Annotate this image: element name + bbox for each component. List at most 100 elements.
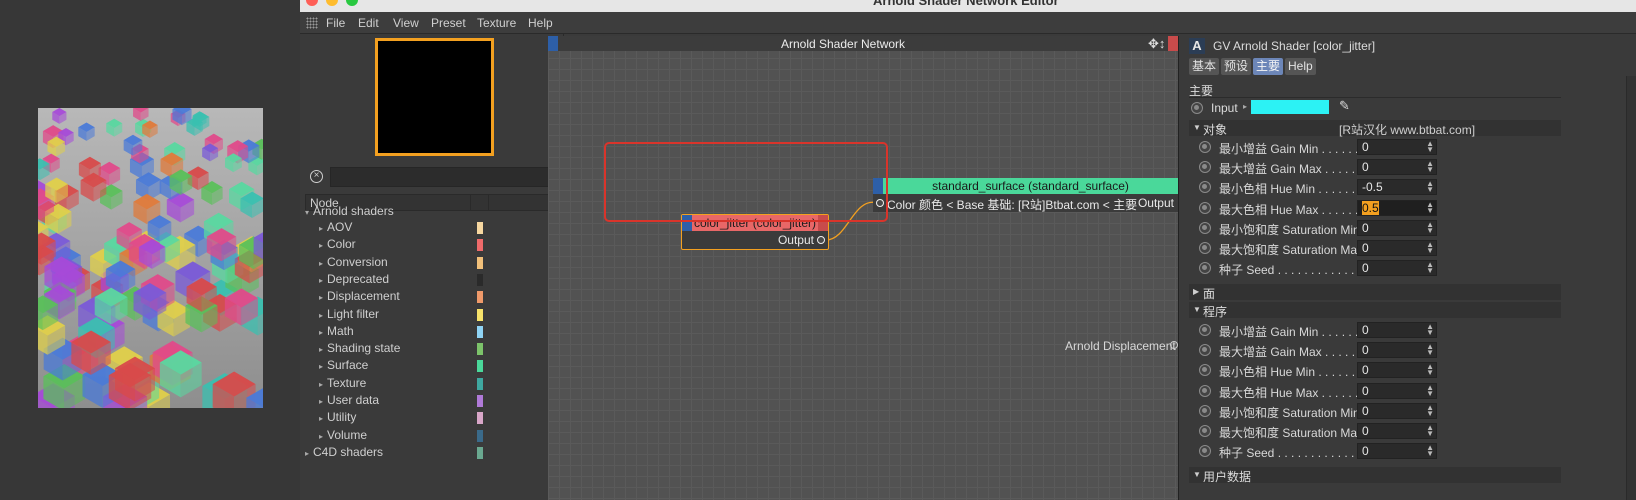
param-value-field[interactable]: 0 ▲ ▼ bbox=[1357, 423, 1437, 439]
arnold-displacement-port[interactable] bbox=[1170, 341, 1178, 349]
node-graph-canvas[interactable]: Arnold Shader Network ✥↕ color_jitter (c… bbox=[548, 36, 1178, 500]
tree-item-light-filter[interactable]: ▸ Light filter bbox=[319, 307, 483, 325]
spinner-arrows-icon[interactable]: ▲ ▼ bbox=[1426, 140, 1434, 154]
menu-help[interactable]: Help bbox=[528, 16, 553, 30]
expand-arrow-icon[interactable]: ▸ bbox=[319, 224, 327, 233]
param-animate-radio[interactable] bbox=[1199, 324, 1211, 336]
standard-surface-node[interactable]: standard_surface (standard_surface) Colo… bbox=[873, 178, 1178, 212]
menu-view[interactable]: View bbox=[393, 16, 419, 30]
tree-item-color[interactable]: ▸ Color bbox=[319, 237, 483, 255]
spinner-arrows-icon[interactable]: ▲ ▼ bbox=[1426, 241, 1434, 255]
spinner-arrows-icon[interactable]: ▲ ▼ bbox=[1426, 160, 1434, 174]
param-value-field[interactable]: -0.5 ▲ ▼ bbox=[1357, 179, 1437, 196]
tree-item-texture[interactable]: ▸ Texture bbox=[319, 376, 483, 394]
param-animate-radio[interactable] bbox=[1199, 262, 1211, 275]
expand-arrow-icon[interactable]: ▸ bbox=[319, 432, 327, 441]
param-value-field[interactable]: 0 ▲ ▼ bbox=[1357, 342, 1437, 359]
minimize-window-icon[interactable] bbox=[326, 0, 338, 6]
input-color-swatch[interactable] bbox=[1251, 100, 1329, 114]
spinner-arrows-icon[interactable]: ▲ ▼ bbox=[1426, 180, 1434, 194]
input-animate-radio[interactable] bbox=[1191, 102, 1203, 114]
grip-icon[interactable] bbox=[306, 17, 318, 29]
collapse-arrow-icon[interactable]: ▼ bbox=[1193, 123, 1201, 132]
zoom-window-icon[interactable] bbox=[346, 0, 358, 6]
param-value-field[interactable]: 0 ▲ ▼ bbox=[1357, 240, 1437, 256]
menu-preset[interactable]: Preset bbox=[431, 16, 466, 30]
expand-arrow-icon[interactable]: ▸ bbox=[319, 293, 327, 302]
param-value-field[interactable]: 0 ▲ ▼ bbox=[1357, 382, 1437, 399]
tree-item-volume[interactable]: ▸ Volume bbox=[319, 428, 483, 446]
menu-file[interactable]: File bbox=[326, 16, 345, 30]
pan-zoom-icon[interactable]: ✥↕ bbox=[1148, 36, 1165, 52]
spinner-arrows-icon[interactable]: ▲ ▼ bbox=[1426, 220, 1434, 234]
tree-item-conversion[interactable]: ▸ Conversion bbox=[319, 255, 483, 273]
close-window-icon[interactable] bbox=[306, 0, 318, 6]
expand-arrow-icon[interactable]: ▾ bbox=[305, 208, 313, 217]
tree-item-displacement[interactable]: ▸ Displacement bbox=[319, 289, 483, 307]
spinner-arrows-icon[interactable]: ▲ ▼ bbox=[1426, 383, 1434, 397]
eyedropper-icon[interactable]: ✎ bbox=[1339, 98, 1350, 114]
param-animate-radio[interactable] bbox=[1199, 141, 1211, 153]
menu-edit[interactable]: Edit bbox=[358, 16, 379, 30]
expand-arrow-icon[interactable]: ▸ bbox=[319, 397, 327, 406]
spinner-arrows-icon[interactable]: ▲ ▼ bbox=[1426, 261, 1434, 275]
expand-arrow-icon[interactable]: ▸ bbox=[305, 449, 313, 458]
node-search-input[interactable] bbox=[330, 167, 560, 187]
group-user-data[interactable]: ▼ 用户数据 bbox=[1189, 467, 1561, 484]
color-jitter-output-port[interactable] bbox=[817, 236, 825, 244]
param-value-field[interactable]: 0 ▲ ▼ bbox=[1357, 402, 1437, 419]
param-animate-radio[interactable] bbox=[1199, 242, 1211, 254]
group-procedural[interactable]: ▼ 程序 bbox=[1189, 302, 1561, 319]
expand-arrow-icon[interactable]: ▶ bbox=[1193, 287, 1199, 296]
spinner-arrows-icon[interactable]: ▲ ▼ bbox=[1426, 403, 1434, 417]
attributes-scrollbar[interactable] bbox=[1626, 76, 1636, 500]
tree-item-aov[interactable]: ▸ AOV bbox=[319, 220, 483, 238]
clear-search-icon[interactable]: × bbox=[310, 170, 323, 183]
collapse-arrow-icon[interactable]: ▼ bbox=[1193, 305, 1201, 314]
expand-arrow-icon[interactable]: ▸ bbox=[319, 328, 327, 337]
spinner-arrows-icon[interactable]: ▲ ▼ bbox=[1426, 323, 1434, 337]
expand-arrow-icon[interactable]: ▸ bbox=[319, 241, 327, 250]
tree-item-math[interactable]: ▸ Math bbox=[319, 324, 483, 342]
param-value-field[interactable]: 0 ▲ ▼ bbox=[1357, 443, 1437, 460]
expand-arrow-icon[interactable]: ▸ bbox=[319, 345, 327, 354]
param-animate-radio[interactable] bbox=[1199, 344, 1211, 357]
spinner-arrows-icon[interactable]: ▲ ▼ bbox=[1426, 200, 1434, 214]
standard-surface-node-header[interactable]: standard_surface (standard_surface) bbox=[873, 178, 1178, 194]
param-animate-radio[interactable] bbox=[1199, 445, 1211, 458]
tree-item-shading-state[interactable]: ▸ Shading state bbox=[319, 341, 483, 359]
param-value-field[interactable]: 0.5 ▲ ▼ bbox=[1357, 199, 1437, 216]
param-animate-radio[interactable] bbox=[1199, 364, 1211, 377]
param-value-field[interactable]: 0 ▲ ▼ bbox=[1357, 159, 1437, 176]
param-value-field[interactable]: 0 ▲ ▼ bbox=[1357, 139, 1437, 155]
expand-arrow-icon[interactable]: ▸ bbox=[319, 362, 327, 371]
tab-basic[interactable]: 基本 bbox=[1189, 58, 1220, 75]
tab-help[interactable]: Help bbox=[1285, 58, 1316, 75]
expand-arrow-icon[interactable]: ▸ bbox=[319, 414, 327, 423]
param-animate-radio[interactable] bbox=[1199, 201, 1211, 214]
param-animate-radio[interactable] bbox=[1199, 221, 1211, 234]
group-object[interactable]: ▼ 对象 [R站汉化 www.btbat.com] bbox=[1189, 120, 1561, 137]
param-value-field[interactable]: 0 ▲ ▼ bbox=[1357, 260, 1437, 277]
spinner-arrows-icon[interactable]: ▲ ▼ bbox=[1426, 363, 1434, 377]
spinner-arrows-icon[interactable]: ▲ ▼ bbox=[1426, 444, 1434, 458]
expand-arrow-icon[interactable]: ▸ bbox=[319, 276, 327, 285]
tab-preset[interactable]: 预设 bbox=[1221, 58, 1252, 75]
spinner-arrows-icon[interactable]: ▲ ▼ bbox=[1426, 424, 1434, 438]
param-value-field[interactable]: 0 ▲ ▼ bbox=[1357, 362, 1437, 379]
param-animate-radio[interactable] bbox=[1199, 425, 1211, 437]
param-animate-radio[interactable] bbox=[1199, 161, 1211, 174]
tab-main[interactable]: 主要 bbox=[1253, 58, 1284, 75]
param-animate-radio[interactable] bbox=[1199, 384, 1211, 397]
param-animate-radio[interactable] bbox=[1199, 181, 1211, 194]
tree-item-deprecated[interactable]: ▸ Deprecated bbox=[319, 272, 483, 290]
input-expand-icon[interactable]: ▸ bbox=[1243, 102, 1247, 111]
graph-red-tab[interactable] bbox=[1168, 36, 1178, 51]
tree-item-surface[interactable]: ▸ Surface bbox=[319, 358, 483, 376]
param-value-field[interactable]: 0 ▲ ▼ bbox=[1357, 322, 1437, 338]
expand-arrow-icon[interactable]: ▸ bbox=[319, 380, 327, 389]
param-animate-radio[interactable] bbox=[1199, 404, 1211, 417]
collapse-arrow-icon[interactable]: ▼ bbox=[1193, 470, 1201, 479]
material-preview[interactable] bbox=[375, 38, 494, 156]
expand-arrow-icon[interactable]: ▸ bbox=[319, 311, 327, 320]
